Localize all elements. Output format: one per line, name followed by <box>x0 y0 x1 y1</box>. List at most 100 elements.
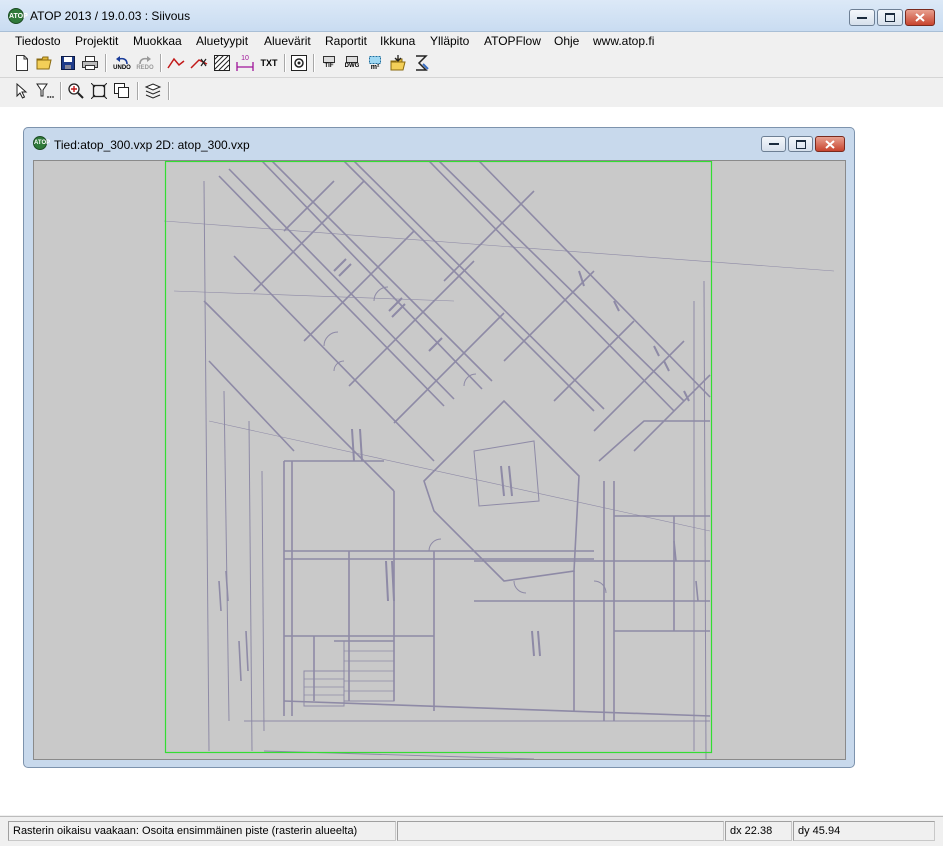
status-empty-cell <box>397 821 724 841</box>
delete-line-icon <box>190 58 208 69</box>
open-button[interactable] <box>35 53 55 73</box>
toolbar-separator <box>313 54 315 72</box>
menu-ikkuna[interactable]: Ikkuna <box>380 34 415 48</box>
dimension-button[interactable]: 10 <box>235 53 255 73</box>
main-toolbar: UNDO REDO 10 TXT TIF DWG m² <box>0 51 943 77</box>
toolbar-separator <box>160 54 162 72</box>
menu-projektit[interactable]: Projektit <box>75 34 118 48</box>
delete-line-button[interactable] <box>189 53 209 73</box>
drawing-window-title: Tied:atop_300.vxp 2D: atop_300.vxp <box>54 138 250 152</box>
redo-icon <box>139 55 151 64</box>
toolbar-separator <box>105 54 107 72</box>
snapshot-button[interactable] <box>289 53 309 73</box>
maximize-icon <box>885 13 895 22</box>
close-icon <box>915 13 925 22</box>
menu-bar: Tiedosto Projektit Muokkaa Aluetyypit Al… <box>0 32 943 50</box>
zoom-extents-icon <box>91 83 107 99</box>
minimize-button[interactable] <box>849 9 875 26</box>
status-dx: dx 22.38 <box>725 821 792 841</box>
undo-button[interactable]: UNDO <box>112 53 132 73</box>
app-titlebar[interactable]: ATOP ATOP 2013 / 19.0.03 : Siivous <box>0 0 943 32</box>
close-button[interactable] <box>905 9 935 26</box>
dwg-icon <box>346 56 358 63</box>
zoom-in-icon <box>68 83 84 99</box>
print-button[interactable] <box>80 53 100 73</box>
dwg-import-button[interactable]: DWG <box>342 53 362 73</box>
maximize-button[interactable] <box>877 9 903 26</box>
child-close-button[interactable] <box>815 136 845 152</box>
text-icon: TXT <box>260 58 278 68</box>
redo-button[interactable]: REDO <box>135 53 155 73</box>
layers-icon <box>144 83 162 99</box>
toolbar-separator <box>284 54 286 72</box>
floor-plan-raster <box>163 161 835 759</box>
select-button[interactable] <box>12 81 32 101</box>
snapshot-icon <box>291 55 307 71</box>
window-copy-icon <box>114 83 129 98</box>
hatch-icon <box>214 55 230 71</box>
maximize-icon <box>795 139 806 149</box>
layers-button[interactable] <box>143 81 163 101</box>
status-bar: Rasterin oikaisu vaakaan: Osoita ensimmä… <box>0 816 943 846</box>
undo-label: UNDO <box>113 64 131 71</box>
menu-www-atop-fi[interactable]: www.atop.fi <box>593 34 654 48</box>
tif-icon <box>323 56 335 63</box>
text-button[interactable]: TXT <box>258 53 280 73</box>
menu-raportit[interactable]: Raportit <box>325 34 367 48</box>
app-title: ATOP 2013 / 19.0.03 : Siivous <box>30 9 191 23</box>
area-button[interactable]: m² <box>365 53 385 73</box>
toolbar-separator <box>137 82 139 100</box>
menu-aluetyypit[interactable]: Aluetyypit <box>196 34 248 48</box>
tif-import-button[interactable]: TIF <box>319 53 339 73</box>
toolbar-separator <box>168 82 170 100</box>
save-icon <box>61 56 75 70</box>
status-message: Rasterin oikaisu vaakaan: Osoita ensimmä… <box>8 821 396 841</box>
menu-muokkaa[interactable]: Muokkaa <box>133 34 182 48</box>
drawing-window[interactable]: ATOP Tied:atop_300.vxp 2D: atop_300.vxp <box>23 127 855 768</box>
import-icon <box>390 55 406 71</box>
save-button[interactable] <box>58 53 78 73</box>
hatch-button[interactable] <box>212 53 232 73</box>
app-logo-icon: ATOP <box>8 8 28 24</box>
area-label: m² <box>370 63 380 71</box>
child-maximize-button[interactable] <box>788 136 813 152</box>
open-folder-icon <box>36 56 52 70</box>
floor-plan-lines <box>163 161 835 759</box>
view-toolbar <box>0 79 943 105</box>
dimension-label: 10 <box>241 55 249 62</box>
wizard-icon <box>416 55 429 71</box>
menu-aluevarit[interactable]: Aluevärit <box>264 34 311 48</box>
import-button[interactable] <box>388 53 408 73</box>
filter-icon <box>36 83 54 98</box>
menu-yllapito[interactable]: Ylläpito <box>430 34 469 48</box>
menu-atopflow[interactable]: ATOPFlow <box>484 34 541 48</box>
polyline-button[interactable] <box>166 53 186 73</box>
print-icon <box>82 56 98 70</box>
close-icon <box>825 139 835 149</box>
redo-label: REDO <box>136 64 154 71</box>
drawing-canvas[interactable] <box>33 160 846 760</box>
polyline-icon <box>167 57 185 69</box>
dimension-icon <box>236 62 254 71</box>
zoom-in-button[interactable] <box>66 81 86 101</box>
menu-tiedosto[interactable]: Tiedosto <box>15 34 61 48</box>
drawing-window-logo-icon: ATOP <box>33 136 50 150</box>
area-icon <box>369 55 381 64</box>
status-dy: dy 45.94 <box>793 821 935 841</box>
select-arrow-icon <box>16 83 28 99</box>
toolbar-divider <box>0 77 943 78</box>
zoom-extents-button[interactable] <box>89 81 109 101</box>
child-minimize-button[interactable] <box>761 136 786 152</box>
toolbar-separator <box>60 82 62 100</box>
new-file-button[interactable] <box>12 53 32 73</box>
wizard-button[interactable] <box>411 53 431 73</box>
minimize-icon <box>857 16 867 19</box>
minimize-icon <box>768 143 779 145</box>
window-copy-button[interactable] <box>112 81 132 101</box>
filter-button[interactable] <box>35 81 55 101</box>
new-file-icon <box>16 55 28 71</box>
tif-label: TIF <box>324 63 334 69</box>
undo-icon <box>116 55 128 64</box>
menu-ohje[interactable]: Ohje <box>554 34 579 48</box>
dwg-label: DWG <box>344 63 360 69</box>
